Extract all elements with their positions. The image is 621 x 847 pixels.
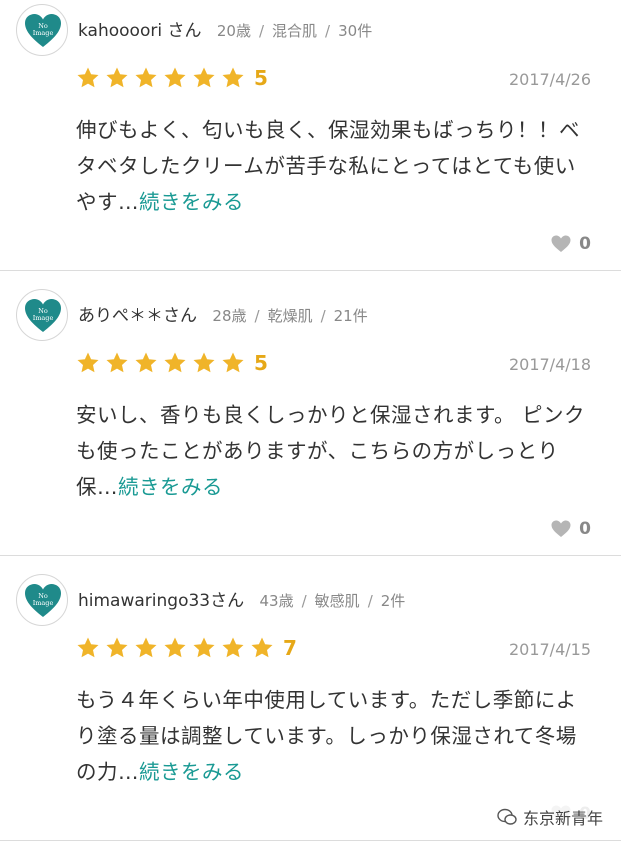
- star-icon: [135, 67, 157, 88]
- divider: [0, 840, 621, 841]
- user-age: 28歳: [212, 307, 247, 325]
- user-age: 20歳: [216, 22, 251, 40]
- no-image-heart-icon: No Image: [25, 14, 61, 47]
- review-text: 安いし、香りも良くしっかりと保湿されます。 ピンクも使ったことがありますが、こち…: [76, 397, 591, 505]
- user-age: 43歳: [259, 592, 294, 610]
- user-info: himawaringo33さん 43歳 / 敏感肌 / 2件: [78, 590, 405, 612]
- separator: /: [367, 592, 373, 610]
- star-icon: [251, 637, 273, 658]
- user-name[interactable]: kahoooori さん: [78, 21, 201, 41]
- watermark-text: 东京新青年: [522, 809, 603, 828]
- star-icon: [135, 637, 157, 658]
- star-icon: [164, 67, 186, 88]
- separator: /: [254, 307, 260, 325]
- star-icon: [77, 637, 99, 658]
- star-icon: [193, 67, 215, 88]
- read-more-link[interactable]: 続きをみる: [118, 475, 223, 499]
- heart-icon: [551, 520, 571, 537]
- heart-icon: [551, 235, 571, 252]
- star-icon: [193, 637, 215, 658]
- user-skin-type: 混合肌: [272, 22, 318, 40]
- star-icon: [106, 637, 128, 658]
- star-rating: 7: [76, 635, 297, 661]
- star-icon: [193, 352, 215, 373]
- user-info: kahoooori さん 20歳 / 混合肌 / 30件: [78, 20, 372, 42]
- separator: /: [258, 22, 265, 40]
- user-name[interactable]: ありぺ＊＊さん: [78, 306, 197, 326]
- star-icon: [77, 352, 99, 373]
- svg-text:Image: Image: [33, 599, 54, 607]
- user-name[interactable]: himawaringo33さん: [78, 591, 244, 611]
- separator: /: [301, 592, 307, 610]
- watermark: 东京新青年: [492, 803, 607, 831]
- user-info: ありぺ＊＊さん 28歳 / 乾燥肌 / 21件: [78, 305, 368, 327]
- star-icon: [164, 352, 186, 373]
- divider: [0, 270, 621, 271]
- separator: /: [325, 22, 331, 40]
- avatar[interactable]: No Image: [16, 289, 68, 341]
- star-icon: [77, 67, 99, 88]
- avatar[interactable]: No Image: [16, 4, 68, 56]
- like-button[interactable]: 0: [551, 519, 591, 539]
- review-date: 2017/4/18: [508, 355, 591, 374]
- svg-text:Image: Image: [33, 314, 54, 322]
- rating-score: 7: [283, 636, 297, 660]
- read-more-link[interactable]: 続きをみる: [139, 760, 244, 784]
- no-image-heart-icon: No Image: [25, 584, 61, 617]
- star-rating: 5: [76, 65, 268, 91]
- rating-score: 5: [254, 66, 268, 90]
- read-more-link[interactable]: 続きをみる: [139, 190, 244, 214]
- star-icon: [106, 352, 128, 373]
- like-count: 0: [579, 519, 591, 539]
- star-icon: [222, 67, 244, 88]
- review-card: No Image kahoooori さん 20歳 / 混合肌 / 30件 5 2017…: [0, 0, 621, 270]
- star-icon: [222, 352, 244, 373]
- star-icon: [106, 67, 128, 88]
- separator: /: [320, 307, 326, 325]
- star-icon: [164, 637, 186, 658]
- user-review-count: 30件: [338, 22, 373, 40]
- no-image-heart-icon: No Image: [25, 299, 61, 332]
- review-date: 2017/4/26: [508, 70, 591, 89]
- review-text: 伸びもよく、匂いも良く、保湿効果もばっちり！！ベタベタしたクリームが苦手な私にと…: [76, 112, 591, 220]
- divider: [0, 555, 621, 556]
- user-skin-type: 敏感肌: [314, 592, 360, 610]
- star-icon: [135, 352, 157, 373]
- review-text: もう４年くらい年中使用しています。ただし季節により塗る量は調整しています。しっか…: [76, 682, 591, 790]
- avatar[interactable]: No Image: [16, 574, 68, 626]
- like-button[interactable]: 0: [551, 234, 591, 254]
- user-review-count: 2件: [380, 592, 406, 610]
- review-date: 2017/4/15: [508, 640, 591, 659]
- user-skin-type: 乾燥肌: [267, 307, 313, 325]
- wechat-icon: [497, 808, 517, 825]
- rating-score: 5: [254, 351, 268, 375]
- user-review-count: 21件: [333, 307, 368, 325]
- svg-text:Image: Image: [33, 29, 54, 37]
- star-icon: [222, 637, 244, 658]
- review-card: No Image ありぺ＊＊さん 28歳 / 乾燥肌 / 21件 5 2017/4/18…: [0, 285, 621, 555]
- like-count: 0: [579, 234, 591, 254]
- star-rating: 5: [76, 350, 268, 376]
